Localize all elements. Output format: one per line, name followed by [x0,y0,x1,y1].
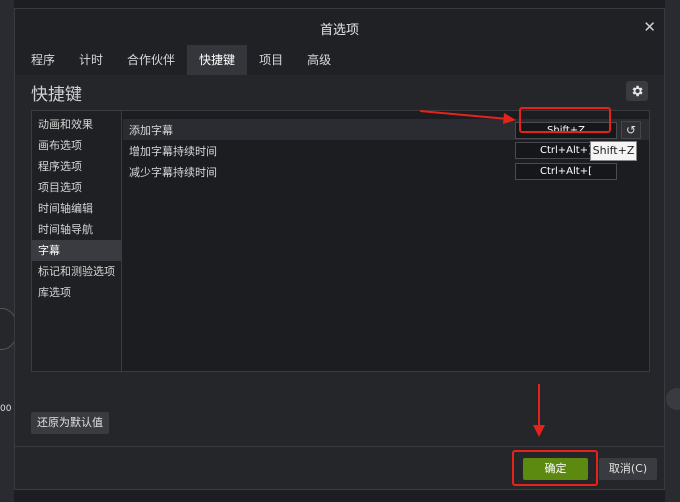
tab-program[interactable]: 程序 [19,45,67,75]
tab-timing[interactable]: 计时 [67,45,115,75]
section-title: 快捷键 [31,85,82,105]
preferences-dialog: 首选项 ✕ 程序 计时 合作伙伴 快捷键 项目 高级 快捷键 动画和效果 画布选… [14,8,665,490]
title-bar: 首选项 ✕ [15,9,664,45]
background-app [0,0,14,502]
tab-bar: 程序 计时 合作伙伴 快捷键 项目 高级 [15,45,664,75]
background-timecode: 00 [0,404,12,414]
shortcut-label: 增加字幕持续时间 [129,145,217,158]
category-project-options[interactable]: 项目选项 [32,177,121,198]
footer-divider [15,446,664,447]
reset-icon[interactable]: ↺ [621,121,641,139]
category-canvas-options[interactable]: 画布选项 [32,135,121,156]
tab-shortcuts[interactable]: 快捷键 [187,45,248,75]
close-icon[interactable]: ✕ [643,18,656,36]
category-library-options[interactable]: 库选项 [32,282,121,303]
category-markers-quiz[interactable]: 标记和测验选项 [32,261,121,282]
shortcut-label: 添加字幕 [129,124,173,137]
gear-button[interactable] [626,81,648,101]
tab-partners[interactable]: 合作伙伴 [115,45,187,75]
shortcut-label: 减少字幕持续时间 [129,166,217,179]
background-app-right [665,0,680,502]
restore-defaults-button[interactable]: 还原为默认值 [31,412,109,434]
category-captions[interactable]: 字幕 [32,240,121,261]
shortcuts-panel: 动画和效果 画布选项 程序选项 项目选项 时间轴编辑 时间轴导航 字幕 标记和测… [31,110,650,372]
cancel-button[interactable]: 取消(C) [599,458,657,480]
shortcut-row[interactable]: 减少字幕持续时间 Ctrl+Alt+[ [123,161,649,182]
annotation-box-shortcut [519,107,611,133]
category-timeline-edit[interactable]: 时间轴编辑 [32,198,121,219]
shortcut-row[interactable]: 增加字幕持续时间 Ctrl+Alt+] [123,140,649,161]
shortcut-key-field[interactable]: Ctrl+Alt+[ [515,163,617,180]
category-timeline-nav[interactable]: 时间轴导航 [32,219,121,240]
category-animation-effects[interactable]: 动画和效果 [32,114,121,135]
annotation-box-ok [512,450,598,486]
tab-advanced[interactable]: 高级 [295,45,343,75]
dialog-title: 首选项 [319,23,359,38]
category-program-options[interactable]: 程序选项 [32,156,121,177]
shortcut-tooltip: Shift+Z [590,141,637,161]
shortcut-rows: 添加字幕 Shift+Z ↺ 增加字幕持续时间 Ctrl+Alt+] 减少字幕持… [123,111,649,371]
gear-icon [632,85,643,97]
tab-project[interactable]: 项目 [247,45,295,75]
category-list: 动画和效果 画布选项 程序选项 项目选项 时间轴编辑 时间轴导航 字幕 标记和测… [32,111,122,371]
